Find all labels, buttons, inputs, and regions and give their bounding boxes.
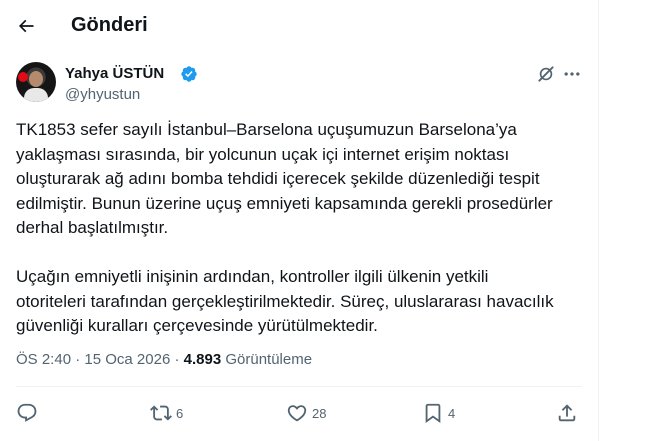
back-button[interactable] [8, 8, 44, 44]
views-count: 4.893 [183, 351, 222, 368]
tweet-date[interactable]: 15 Oca 2026 [84, 351, 170, 368]
column-divider [598, 0, 599, 441]
like-icon [287, 405, 307, 422]
tweet-meta: ÖS 2:40 · 15 Oca 2026 · 4.893 Görüntülem… [16, 350, 312, 370]
views-label: Görüntüleme [221, 351, 313, 368]
author-handle[interactable]: @yhyustun [65, 85, 140, 105]
share-button[interactable] [556, 398, 578, 428]
tweet-time[interactable]: ÖS 2:40 [16, 351, 71, 368]
meta-separator-2: · [170, 351, 184, 368]
actions-divider [16, 386, 582, 387]
tweet-paragraph-1: TK1853 sefer sayılı İstanbul–Barselona u… [16, 120, 553, 237]
action-bar: 6 28 4 [16, 398, 582, 428]
bookmark-count: 4 [448, 405, 456, 421]
meta-separator: · [71, 351, 85, 368]
top-bar: Gönderi [0, 0, 598, 53]
like-count: 28 [312, 405, 327, 421]
retweet-button[interactable]: 6 [150, 398, 183, 428]
more-icon [564, 72, 580, 76]
tweet-text: TK1853 sefer sayılı İstanbul–Barselona u… [16, 118, 586, 339]
back-arrow-icon [18, 19, 34, 33]
retweet-count: 6 [176, 405, 184, 421]
more-button[interactable] [560, 62, 584, 86]
avatar[interactable] [16, 62, 56, 102]
reply-button[interactable] [16, 398, 38, 428]
like-button[interactable]: 28 [286, 398, 326, 428]
share-icon [558, 404, 576, 422]
tweet-paragraph-2: Uçağın emniyetli inişinin ardından, kont… [16, 267, 554, 335]
bookmark-button[interactable]: 4 [422, 398, 455, 428]
grok-icon [538, 66, 554, 82]
author-row: Yahya ÜSTÜN @yhyustun [16, 62, 582, 104]
bookmark-icon [425, 403, 441, 424]
author-name[interactable]: Yahya ÜSTÜN [65, 64, 164, 84]
grok-button[interactable] [534, 62, 558, 86]
retweet-icon [150, 405, 172, 421]
reply-icon [17, 403, 37, 422]
page-title: Gönderi [71, 14, 148, 36]
verified-badge-icon [181, 66, 197, 82]
